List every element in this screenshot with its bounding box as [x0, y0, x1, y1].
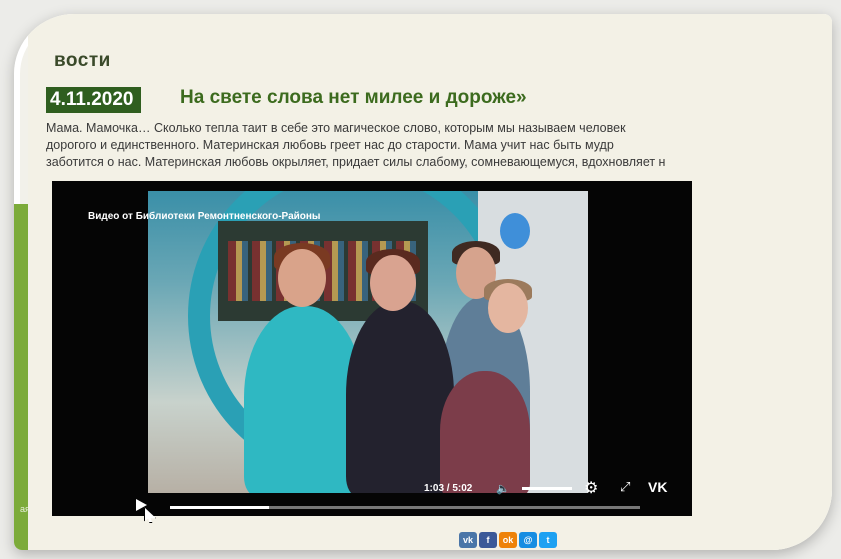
mouse-cursor-icon: [144, 507, 156, 523]
progress-fill: [170, 506, 269, 509]
fullscreen-icon[interactable]: ⤢: [620, 479, 630, 495]
person-4-head: [488, 283, 528, 333]
person-2-head: [370, 255, 416, 311]
share-vk-button[interactable]: vk: [459, 532, 477, 548]
section-title: вости: [54, 50, 111, 71]
progress-bar[interactable]: [170, 506, 640, 509]
video-player[interactable]: Видео от Библиотеки Ремонтненского-Район…: [52, 181, 692, 523]
gear-icon[interactable]: ⚙: [584, 478, 598, 498]
news-date-badge: 4.11.2020: [46, 87, 142, 113]
news-headline[interactable]: На свете слова нет милее и дороже»: [180, 87, 527, 109]
article-line-3: заботится о нас. Материнская любовь окры…: [46, 155, 666, 169]
video-frame[interactable]: [148, 191, 588, 493]
share-facebook-button[interactable]: f: [479, 532, 497, 548]
share-twitter-button[interactable]: t: [539, 532, 557, 548]
video-caption[interactable]: Видео от Библиотеки Ремонтненского-Район…: [88, 211, 320, 222]
share-moimir-button[interactable]: @: [519, 532, 537, 548]
video-controls: 1:03 / 5:02 🔈 ⚙ ⤢ VK: [52, 471, 692, 523]
time-label: 1:03 / 5:02: [424, 483, 473, 494]
share-buttons: vk f ok @ t: [459, 530, 559, 548]
person-2-body: [346, 301, 454, 493]
volume-slider[interactable]: [522, 487, 572, 490]
scene-balloon: [500, 213, 530, 249]
article-line-2: дорогого и единственного. Материнская лю…: [46, 138, 614, 152]
vk-icon[interactable]: VK: [648, 479, 667, 495]
volume-icon[interactable]: 🔈: [496, 482, 510, 495]
photo-frame: ая вости 4.11.2020 На свете слова нет ми…: [0, 0, 841, 559]
news-article-text: Мама. Мамочка… Сколько тепла таит в себе…: [46, 120, 832, 171]
share-odnoklassniki-button[interactable]: ok: [499, 532, 517, 548]
article-line-1: Мама. Мамочка… Сколько тепла таит в себе…: [46, 121, 626, 135]
monitor-screen: ая вости 4.11.2020 На свете слова нет ми…: [14, 14, 832, 550]
person-1-head: [278, 249, 326, 307]
news-content: вости 4.11.2020 На свете слова нет милее…: [28, 14, 832, 550]
